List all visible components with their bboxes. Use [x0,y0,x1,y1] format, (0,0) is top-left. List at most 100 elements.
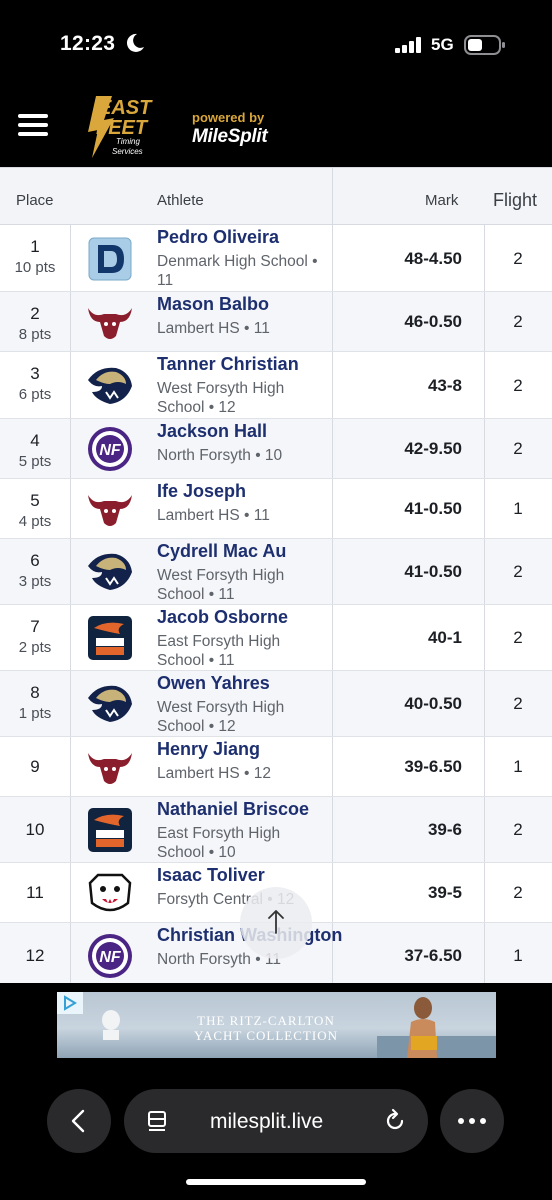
table-row[interactable]: 1 10 pts Pedro Oliveira Denmark High School… [0,225,552,292]
place-number: 12 [25,946,45,965]
status-bar: 12:23 5G [0,0,552,92]
more-options-button[interactable] [440,1089,504,1153]
table-row[interactable]: 9 Henry Jiang Lambert HS • 12 39-6.50 1 [0,737,552,797]
bulldog-logo[interactable] [86,869,134,917]
signal-icon [395,37,421,53]
wolverine-logo[interactable] [86,362,134,410]
longhorn-logo[interactable] [86,298,134,346]
athlete-school[interactable]: West Forsyth High School • 12 [157,379,329,417]
column-place[interactable]: Place [16,192,54,209]
column-divider [332,539,333,604]
raiders-nf-logo[interactable]: NF [86,425,134,473]
athlete-name-link[interactable]: Ife Joseph [157,481,246,502]
place-points: 4 pts [18,513,52,530]
column-divider [332,737,333,796]
athlete-school[interactable]: West Forsyth High School • 11 [157,566,329,604]
athlete-school[interactable]: East Forsyth High School • 10 [157,824,329,862]
powered-by-milesplit[interactable]: powered by MileSplit [192,110,268,148]
column-divider [332,419,333,478]
column-mark[interactable]: Mark [425,192,458,209]
ad-title: THE RITZ-CARLTON YACHT COLLECTION [141,1013,391,1043]
table-row[interactable]: 5 4 pts Ife Joseph Lambert HS • 11 41-0.50 1 [0,479,552,539]
column-divider [332,225,333,291]
athlete-school[interactable]: North Forsyth • 11 [157,950,329,969]
table-header: Place Athlete Mark Flight [0,167,552,225]
url-text: milesplit.live [210,1110,324,1133]
flight-value: 2 [513,694,523,713]
athlete-name-link[interactable]: Jackson Hall [157,421,267,442]
denmark-d-logo[interactable] [86,235,134,283]
svg-text:FEET: FEET [96,117,149,139]
column-divider [70,292,71,351]
advertisement-banner[interactable]: THE RITZ-CARLTON YACHT COLLECTION [57,992,496,1058]
wolverine-logo[interactable] [86,680,134,728]
athlete-name-link[interactable]: Isaac Toliver [157,865,265,886]
place-number: 9 [30,757,40,776]
place-number: 10 [25,820,45,839]
ad-choices-icon[interactable] [57,992,83,1014]
svg-text:Timing: Timing [116,137,140,146]
longhorn-logo[interactable] [86,743,134,791]
flight-value: 2 [513,312,523,331]
table-row[interactable]: 8 1 pts Owen Yahres West Forsyth High Schoo… [0,671,552,737]
mark-value: 46-0.50 [404,312,462,331]
table-row[interactable]: 7 2 pts Jacob Osborne East Forsyth High Sch… [0,605,552,671]
place-number: 11 [26,883,44,902]
column-divider [70,863,71,922]
column-divider [70,539,71,604]
place-number: 4 [30,431,40,450]
table-row[interactable]: 2 8 pts Mason Balbo Lambert HS • 11 46-0.50 2 [0,292,552,352]
flight-value: 2 [513,628,523,647]
athlete-name-link[interactable]: Pedro Oliveira [157,227,279,248]
place-number: 2 [30,304,40,323]
place-points: 1 pts [18,705,52,722]
address-bar[interactable]: milesplit.live [124,1089,428,1153]
flight-value: 2 [513,249,523,268]
flight-value: 1 [513,946,523,965]
svg-text:EAST: EAST [98,97,153,119]
moon-icon [126,33,144,52]
flight-value: 1 [513,499,523,518]
east-bronco-logo[interactable] [86,806,134,854]
athlete-name-link[interactable]: Jacob Osborne [157,607,288,628]
table-row[interactable]: 3 6 pts Tanner Christian West Forsyth High … [0,352,552,419]
athlete-name-link[interactable]: Mason Balbo [157,294,269,315]
athlete-name-link[interactable]: Owen Yahres [157,673,270,694]
mark-value: 39-6.50 [404,757,462,776]
place-points: 10 pts [14,259,56,276]
status-time: 12:23 [60,32,116,55]
longhorn-logo[interactable] [86,485,134,533]
athlete-name-link[interactable]: Henry Jiang [157,739,260,760]
hamburger-menu-icon[interactable] [16,112,50,138]
athlete-school[interactable]: East Forsyth High School • 11 [157,632,329,670]
raiders-nf-logo[interactable]: NF [86,932,134,980]
place-number: 7 [30,617,40,636]
table-row[interactable]: 10 Nathaniel Briscoe East Forsyth High Sch… [0,797,552,863]
column-athlete[interactable]: Athlete [157,192,204,209]
scroll-to-top-button[interactable] [240,887,312,959]
reload-icon[interactable] [382,1108,408,1134]
svg-text:NF: NF [99,442,122,459]
athlete-name-link[interactable]: Nathaniel Briscoe [157,799,309,820]
east-feet-logo[interactable]: EAST FEET Timing Services [78,92,172,162]
battery-icon [464,35,505,55]
place-number: 3 [30,364,40,383]
table-row[interactable]: 4 5 pts NF Jackson Hall North Forsyth • 10 42… [0,419,552,479]
athlete-school[interactable]: Denmark High School • 11 [157,252,329,290]
column-divider [70,737,71,796]
athlete-school[interactable]: North Forsyth • 10 [157,446,329,465]
athlete-school[interactable]: West Forsyth High School • 12 [157,698,329,736]
table-row[interactable]: 6 3 pts Cydrell Mac Au West Forsyth High Sc… [0,539,552,605]
athlete-name-link[interactable]: Tanner Christian [157,354,299,375]
athlete-name-link[interactable]: Cydrell Mac Au [157,541,286,562]
flight-value: 2 [513,820,523,839]
mark-value: 41-0.50 [404,499,462,518]
column-flight[interactable]: Flight [493,190,537,211]
athlete-school[interactable]: Lambert HS • 11 [157,319,329,338]
athlete-school[interactable]: Lambert HS • 12 [157,764,329,783]
back-button[interactable] [47,1089,111,1153]
east-bronco-logo[interactable] [86,614,134,662]
athlete-school[interactable]: Lambert HS • 11 [157,506,329,525]
wolverine-logo[interactable] [86,548,134,596]
column-divider [70,479,71,538]
